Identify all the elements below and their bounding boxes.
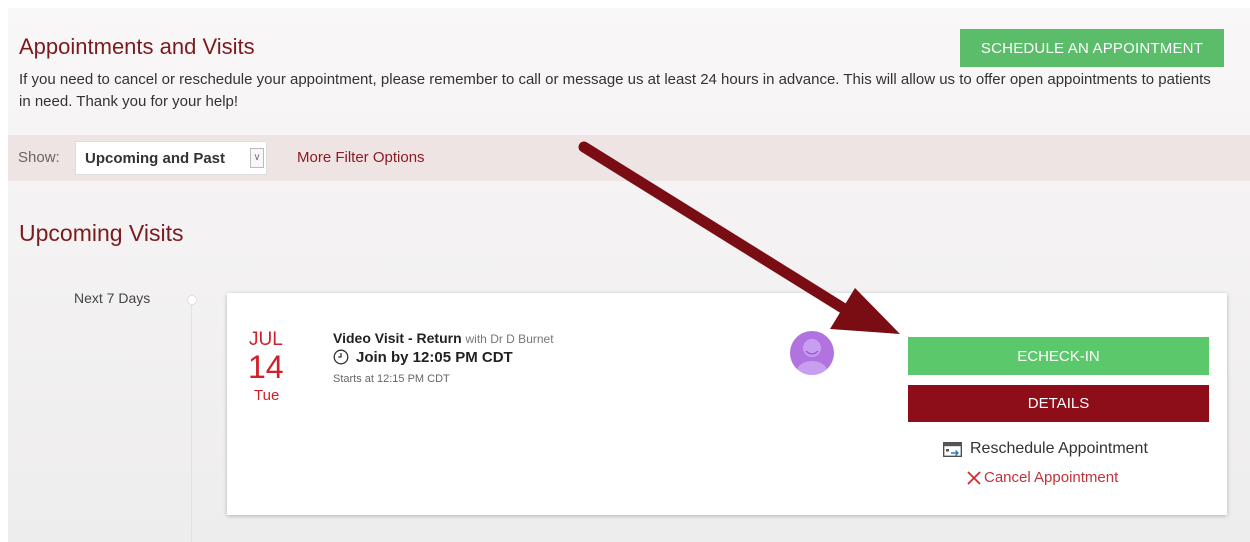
appointment-day: 14 (248, 349, 284, 385)
cancellation-notice: If you need to cancel or reschedule your… (19, 71, 1211, 110)
page-title: Appointments and Visits (19, 34, 255, 59)
appointment-month: JUL (249, 329, 283, 350)
echeck-in-button[interactable]: ECHECK-IN (908, 337, 1209, 375)
upcoming-visits-title: Upcoming Visits (19, 220, 184, 246)
filter-bar: Show: Upcoming and Past ∨ More Filter Op… (8, 135, 1250, 181)
avatar-person-icon (797, 339, 827, 375)
chevron-down-icon[interactable]: ∨ (250, 148, 264, 168)
join-time: Join by 12:05 PM CDT (356, 349, 513, 366)
close-icon (967, 471, 981, 485)
visit-provider: with Dr D Burnet (465, 332, 554, 346)
appointment-weekday: Tue (254, 387, 280, 404)
appointments-page: Appointments and Visits SCHEDULE AN APPO… (8, 8, 1250, 542)
reschedule-label: Reschedule Appointment (970, 440, 1148, 457)
clock-icon (333, 349, 349, 365)
schedule-appointment-button[interactable]: SCHEDULE AN APPOINTMENT (960, 29, 1224, 67)
details-button[interactable]: DETAILS (908, 385, 1209, 422)
show-filter-value: Upcoming and Past (85, 150, 226, 167)
show-label: Show: (18, 149, 60, 166)
cancel-label: Cancel Appointment (984, 469, 1119, 486)
next-7-days-label: Next 7 Days (74, 290, 151, 306)
appointment-card: JUL 14 Tue Video Visit - Return with Dr … (227, 293, 1227, 515)
timeline-line (191, 298, 192, 542)
calendar-arrow-icon (943, 442, 962, 457)
visit-title: Video Visit - Return with Dr D Burnet (333, 330, 554, 346)
start-time: Starts at 12:15 PM CDT (333, 373, 450, 385)
avatar (790, 331, 834, 375)
show-filter-select[interactable]: Upcoming and Past ∨ (75, 141, 267, 175)
more-filter-options-link[interactable]: More Filter Options (297, 149, 425, 166)
visit-type: Video Visit - Return (333, 330, 462, 346)
timeline-dot (187, 295, 197, 305)
